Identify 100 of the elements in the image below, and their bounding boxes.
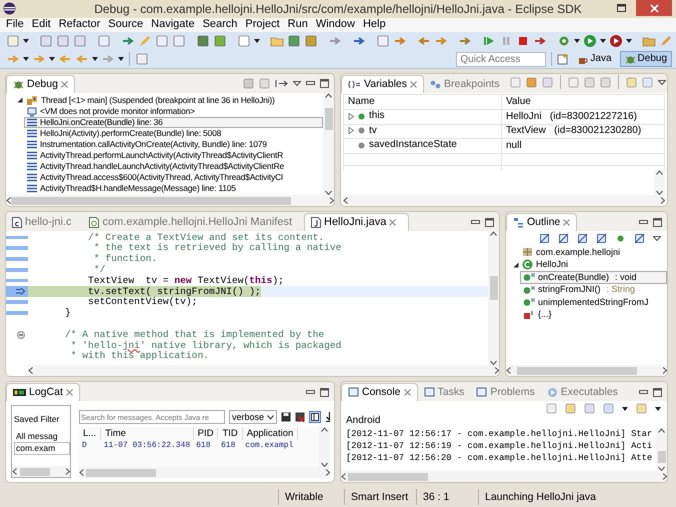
quick-access-field[interactable]: Quick Access bbox=[456, 52, 546, 66]
menu-item[interactable]: Edit bbox=[32, 18, 51, 32]
close-icon[interactable] bbox=[410, 81, 417, 88]
vertical-scrollbar[interactable] bbox=[654, 170, 665, 195]
view-tab[interactable]: hello-jni.c bbox=[6, 214, 84, 231]
menu-item[interactable]: Refactor bbox=[58, 18, 100, 32]
hide-fields-icon[interactable] bbox=[577, 233, 588, 244]
view-tool-icon[interactable] bbox=[600, 76, 612, 88]
play-icon[interactable] bbox=[583, 34, 597, 48]
column-header[interactable]: Name bbox=[344, 94, 502, 110]
square-icon[interactable] bbox=[135, 52, 149, 66]
minimize-icon[interactable] bbox=[639, 220, 648, 225]
view-tab[interactable]: Console bbox=[341, 383, 418, 401]
play-icon[interactable] bbox=[609, 34, 623, 48]
square-icon[interactable] bbox=[196, 34, 210, 48]
view-tab[interactable]: HelloJni.java bbox=[304, 212, 410, 231]
expanded-arrow-icon[interactable] bbox=[513, 262, 519, 268]
dropdown-arrow-icon[interactable] bbox=[600, 39, 606, 43]
scrollbar-thumb[interactable] bbox=[490, 276, 498, 300]
scrollbar-thumb[interactable] bbox=[20, 468, 50, 476]
dropdown-arrow-icon[interactable] bbox=[574, 39, 580, 43]
close-icon[interactable] bbox=[66, 389, 73, 396]
view-tab[interactable]: Debug bbox=[6, 75, 75, 93]
maximize-icon[interactable] bbox=[653, 388, 662, 397]
filter-item[interactable]: All messag bbox=[14, 430, 70, 442]
view-tool-icon[interactable] bbox=[542, 76, 554, 88]
tree-row[interactable]: ActivityThread$H.handleMessage(Message) line: 1105 bbox=[24, 183, 323, 194]
maximize-icon[interactable] bbox=[485, 218, 494, 227]
menu-item[interactable]: Run bbox=[288, 18, 308, 32]
tree-row[interactable]: ActivityThread.access$600(ActivityThread, ActivityThread$ActivityCl bbox=[24, 172, 323, 183]
expand-arrow-icon[interactable] bbox=[348, 127, 354, 134]
dropdown-arrow-icon[interactable] bbox=[254, 39, 260, 43]
maximize-icon[interactable] bbox=[320, 388, 329, 397]
scrollbar-thumb[interactable] bbox=[11, 196, 291, 204]
stop-icon[interactable] bbox=[516, 34, 530, 48]
menu-item[interactable]: Source bbox=[108, 18, 144, 32]
hide-static-icon[interactable] bbox=[596, 233, 607, 244]
column-header[interactable]: Value bbox=[502, 94, 664, 110]
horizontal-scrollbar[interactable] bbox=[341, 471, 667, 482]
menu-item[interactable]: Project bbox=[245, 18, 280, 32]
minimize-icon[interactable] bbox=[471, 220, 480, 225]
outline-item[interactable]: onCreate(Bundle) : void bbox=[520, 271, 667, 284]
square-icon[interactable] bbox=[155, 34, 169, 48]
pen-icon[interactable] bbox=[659, 34, 673, 48]
view-tab[interactable]: Variables bbox=[341, 75, 424, 93]
square-icon[interactable] bbox=[172, 34, 186, 48]
view-tool-icon[interactable] bbox=[526, 76, 538, 88]
square-icon[interactable] bbox=[304, 34, 318, 48]
horizontal-scrollbar[interactable] bbox=[28, 365, 499, 376]
scrollbar-thumb[interactable] bbox=[517, 366, 637, 374]
expand-arrow-icon[interactable] bbox=[348, 112, 354, 120]
open-perspective-icon[interactable] bbox=[557, 53, 570, 65]
view-tab[interactable]: Problems bbox=[470, 384, 541, 401]
step-filter-icon[interactable] bbox=[275, 79, 288, 88]
square-icon[interactable] bbox=[287, 34, 301, 48]
pin-console-icon[interactable] bbox=[584, 403, 595, 414]
outline-item[interactable]: unimplementedStringFromJ bbox=[520, 296, 667, 308]
horizontal-scrollbar[interactable] bbox=[79, 467, 330, 478]
save-icon[interactable] bbox=[281, 412, 292, 422]
outline-item[interactable]: {...} bbox=[520, 308, 667, 321]
view-menu-icon[interactable] bbox=[293, 81, 301, 86]
view-tab[interactable]: Executables bbox=[540, 384, 624, 401]
view-tab[interactable]: Outline bbox=[506, 213, 578, 231]
tree-row[interactable]: ActivityThread.handleLaunchActivity(ActivityThread$ActivityClientRe bbox=[24, 161, 323, 172]
view-tool-icon[interactable] bbox=[642, 76, 654, 88]
perspective-button[interactable]: Debug bbox=[620, 51, 672, 67]
filter-item[interactable]: com.exam bbox=[14, 442, 70, 455]
tree-row[interactable]: ActivityThread.performLaunchActivity(ActivityThread$ActivityClientR bbox=[24, 150, 323, 161]
perspective-button[interactable]: Java bbox=[572, 51, 617, 67]
tree-row[interactable]: Instrumentation.callActivityOnCreate(Activity, Bundle) line: 1079 bbox=[24, 139, 323, 150]
column-header[interactable]: Time bbox=[100, 427, 194, 440]
collapse-all-icon[interactable] bbox=[539, 233, 550, 244]
menu-item[interactable]: Help bbox=[362, 18, 386, 32]
view-menu-icon[interactable] bbox=[658, 80, 666, 84]
column-header[interactable]: PID bbox=[193, 427, 218, 440]
outline-item[interactable]: com.example.hellojni bbox=[510, 246, 667, 258]
split-view-icon[interactable] bbox=[309, 411, 322, 423]
tree-row[interactable]: Thread [<1> main] (Suspended (breakpoint at line 36 in HelloJni)) bbox=[14, 94, 323, 106]
menu-item[interactable]: Navigate bbox=[151, 18, 195, 32]
public-filter-icon[interactable] bbox=[615, 233, 626, 244]
horizontal-scrollbar[interactable] bbox=[343, 195, 665, 206]
vertical-scrollbar[interactable] bbox=[323, 93, 334, 195]
view-tool-icon[interactable] bbox=[568, 76, 580, 88]
minimize-icon[interactable] bbox=[306, 81, 315, 86]
open-console-icon[interactable] bbox=[636, 403, 647, 414]
square-icon[interactable] bbox=[73, 34, 87, 48]
close-icon[interactable] bbox=[60, 81, 68, 88]
square-icon[interactable] bbox=[39, 34, 53, 48]
horizontal-scrollbar[interactable] bbox=[12, 466, 70, 477]
menu-item[interactable]: File bbox=[6, 18, 24, 32]
view-tool-icon[interactable] bbox=[584, 76, 596, 88]
close-icon[interactable] bbox=[563, 219, 570, 226]
dropdown-arrow-icon[interactable] bbox=[626, 39, 632, 43]
view-tab[interactable]: LogCat bbox=[6, 383, 80, 401]
minimize-icon[interactable] bbox=[639, 390, 648, 395]
view-tab[interactable]: Tasks bbox=[418, 384, 470, 401]
view-tab[interactable]: com.example.hellojni.HelloJni Manifest bbox=[83, 214, 304, 231]
connect-icon[interactable] bbox=[259, 78, 270, 89]
dropdown-arrow-icon[interactable] bbox=[92, 57, 98, 61]
resume-icon[interactable] bbox=[482, 34, 496, 48]
